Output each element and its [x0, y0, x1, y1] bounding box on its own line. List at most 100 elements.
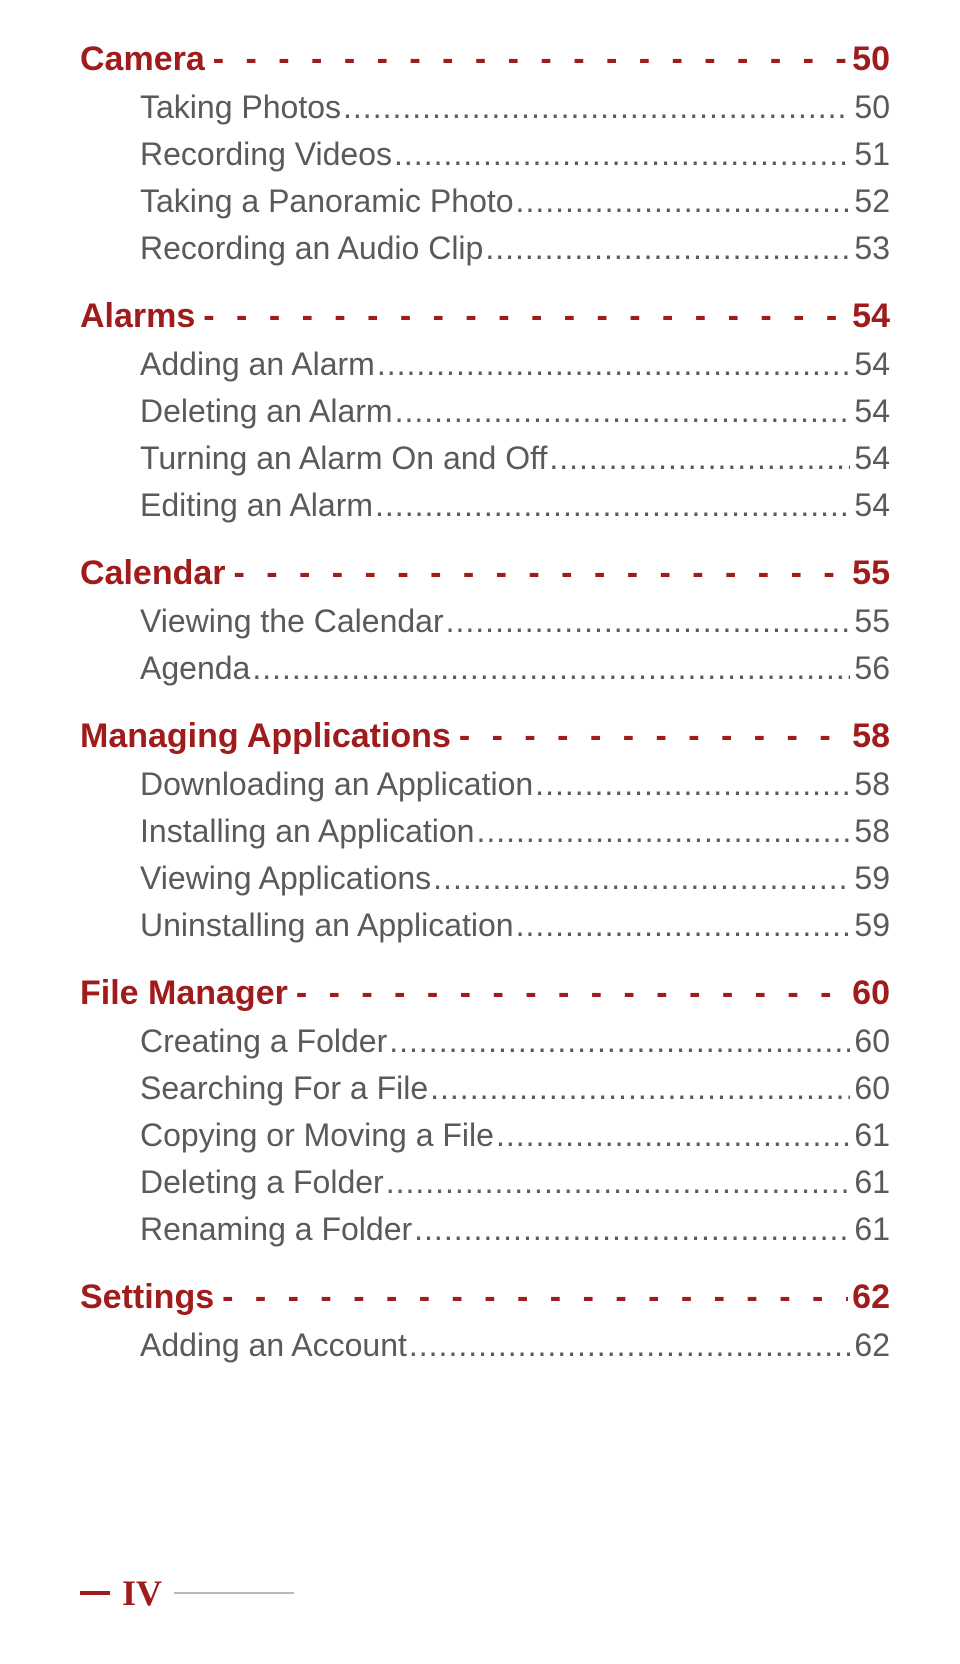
toc-item-title: Editing an Alarm	[140, 487, 375, 524]
toc-leader-dots: ........................................…	[496, 1117, 850, 1154]
toc-item-page: 61	[850, 1117, 890, 1154]
toc-item-title: Uninstalling an Application	[140, 907, 516, 944]
toc-item-page: 53	[850, 230, 890, 267]
toc-item-title: Recording Videos	[140, 136, 394, 173]
toc-item-title: Installing an Application	[140, 813, 476, 850]
toc-item-title: Searching For a File	[140, 1070, 430, 1107]
toc-leader-dots: ........................................…	[414, 1211, 850, 1248]
toc-leader-dots: ........................................…	[343, 89, 850, 126]
toc-item[interactable]: Adding an Account.......................…	[140, 1327, 890, 1364]
toc-item-page: 55	[850, 603, 890, 640]
toc-section-page: 50	[848, 40, 890, 79]
toc-item-page: 62	[850, 1327, 890, 1364]
toc-section[interactable]: Calendar- - - - - - - - - - - - - - - - …	[80, 554, 890, 593]
toc-item[interactable]: Deleting a Folder.......................…	[140, 1164, 890, 1201]
toc-item-page: 60	[850, 1023, 890, 1060]
toc-leader-dashes: - - - - - - - - - - - - - - - - - - - - …	[203, 297, 848, 336]
footer-line	[174, 1592, 294, 1594]
toc-item-page: 51	[850, 136, 890, 173]
toc-item-page: 54	[850, 440, 890, 477]
toc-item-title: Deleting an Alarm	[140, 393, 395, 430]
toc-item[interactable]: Agenda..................................…	[140, 650, 890, 687]
toc-item-title: Viewing Applications	[140, 860, 433, 897]
toc-section-title: Alarms	[80, 297, 203, 336]
toc-leader-dashes: - - - - - - - - - - - - - - - - - - - - …	[213, 40, 848, 79]
toc-item[interactable]: Viewing the Calendar....................…	[140, 603, 890, 640]
toc-item-title: Adding an Alarm	[140, 346, 377, 383]
toc-section-title: Managing Applications	[80, 717, 459, 756]
toc-section[interactable]: File Manager- - - - - - - - - - - - - - …	[80, 974, 890, 1013]
toc-section-page: 58	[848, 717, 890, 756]
toc-leader-dots: ........................................…	[516, 183, 851, 220]
toc-section-title: File Manager	[80, 974, 296, 1013]
toc-item-title: Taking a Panoramic Photo	[140, 183, 516, 220]
toc-item[interactable]: Adding an Alarm.........................…	[140, 346, 890, 383]
toc-item[interactable]: Recording Videos........................…	[140, 136, 890, 173]
toc-item[interactable]: Taking Photos...........................…	[140, 89, 890, 126]
toc-item-title: Turning an Alarm On and Off	[140, 440, 549, 477]
toc-leader-dots: ........................................…	[535, 766, 850, 803]
toc-item-title: Copying or Moving a File	[140, 1117, 496, 1154]
toc-item-page: 54	[850, 487, 890, 524]
toc-item-page: 61	[850, 1164, 890, 1201]
toc-item-title: Adding an Account	[140, 1327, 409, 1364]
toc-leader-dots: ........................................…	[386, 1164, 851, 1201]
toc-item[interactable]: Renaming a Folder.......................…	[140, 1211, 890, 1248]
toc-item-page: 60	[850, 1070, 890, 1107]
toc-item[interactable]: Creating a Folder.......................…	[140, 1023, 890, 1060]
toc-item-title: Agenda	[140, 650, 252, 687]
toc-section[interactable]: Managing Applications- - - - - - - - - -…	[80, 717, 890, 756]
toc-item[interactable]: Viewing Applications....................…	[140, 860, 890, 897]
toc-leader-dashes: - - - - - - - - - - - - - - - - - - - - …	[222, 1278, 848, 1317]
toc-item-page: 52	[850, 183, 890, 220]
toc-leader-dots: ........................................…	[395, 393, 851, 430]
toc-leader-dots: ........................................…	[433, 860, 850, 897]
page-number-roman: IV	[122, 1572, 162, 1614]
toc-section-page: 60	[848, 974, 890, 1013]
toc-leader-dots: ........................................…	[516, 907, 851, 944]
toc-item[interactable]: Editing an Alarm........................…	[140, 487, 890, 524]
toc-item-title: Renaming a Folder	[140, 1211, 414, 1248]
toc-item-title: Recording an Audio Clip	[140, 230, 485, 267]
toc-leader-dots: ........................................…	[409, 1327, 851, 1364]
toc-leader-dots: ........................................…	[389, 1023, 850, 1060]
toc-item-title: Creating a Folder	[140, 1023, 389, 1060]
toc-item-page: 50	[850, 89, 890, 126]
toc-item-page: 61	[850, 1211, 890, 1248]
toc-item-page: 58	[850, 766, 890, 803]
toc-item[interactable]: Turning an Alarm On and Off.............…	[140, 440, 890, 477]
toc-item[interactable]: Copying or Moving a File................…	[140, 1117, 890, 1154]
toc-section[interactable]: Settings- - - - - - - - - - - - - - - - …	[80, 1278, 890, 1317]
toc-item[interactable]: Taking a Panoramic Photo................…	[140, 183, 890, 220]
toc-item[interactable]: Recording an Audio Clip.................…	[140, 230, 890, 267]
toc-item[interactable]: Searching For a File....................…	[140, 1070, 890, 1107]
page-footer: IV	[80, 1572, 294, 1614]
toc-leader-dots: ........................................…	[252, 650, 850, 687]
toc-leader-dots: ........................................…	[476, 813, 850, 850]
toc-item[interactable]: Installing an Application...............…	[140, 813, 890, 850]
toc-section-title: Camera	[80, 40, 213, 79]
toc-item-page: 54	[850, 346, 890, 383]
toc-leader-dots: ........................................…	[430, 1070, 850, 1107]
toc-section[interactable]: Camera- - - - - - - - - - - - - - - - - …	[80, 40, 890, 79]
toc-leader-dashes: - - - - - - - - - - - - - - - - - - - - …	[234, 554, 849, 593]
toc-leader-dashes: - - - - - - - - - - - - - - - - - - - - …	[296, 974, 848, 1013]
toc-leader-dashes: - - - - - - - - - - - - - - - - - - - - …	[459, 717, 848, 756]
toc-leader-dots: ........................................…	[394, 136, 850, 173]
toc-item-title: Taking Photos	[140, 89, 343, 126]
toc-section[interactable]: Alarms- - - - - - - - - - - - - - - - - …	[80, 297, 890, 336]
toc-item[interactable]: Deleting an Alarm.......................…	[140, 393, 890, 430]
toc-item-page: 54	[850, 393, 890, 430]
toc-item[interactable]: Uninstalling an Application.............…	[140, 907, 890, 944]
toc-item-page: 59	[850, 907, 890, 944]
toc-item-title: Downloading an Application	[140, 766, 535, 803]
table-of-contents: Camera- - - - - - - - - - - - - - - - - …	[80, 40, 890, 1364]
toc-item[interactable]: Downloading an Application..............…	[140, 766, 890, 803]
toc-leader-dots: ........................................…	[377, 346, 851, 383]
toc-item-title: Deleting a Folder	[140, 1164, 386, 1201]
toc-leader-dots: ........................................…	[549, 440, 850, 477]
footer-accent-bar	[80, 1591, 110, 1595]
toc-section-page: 55	[848, 554, 890, 593]
toc-section-title: Settings	[80, 1278, 222, 1317]
toc-leader-dots: ........................................…	[375, 487, 850, 524]
